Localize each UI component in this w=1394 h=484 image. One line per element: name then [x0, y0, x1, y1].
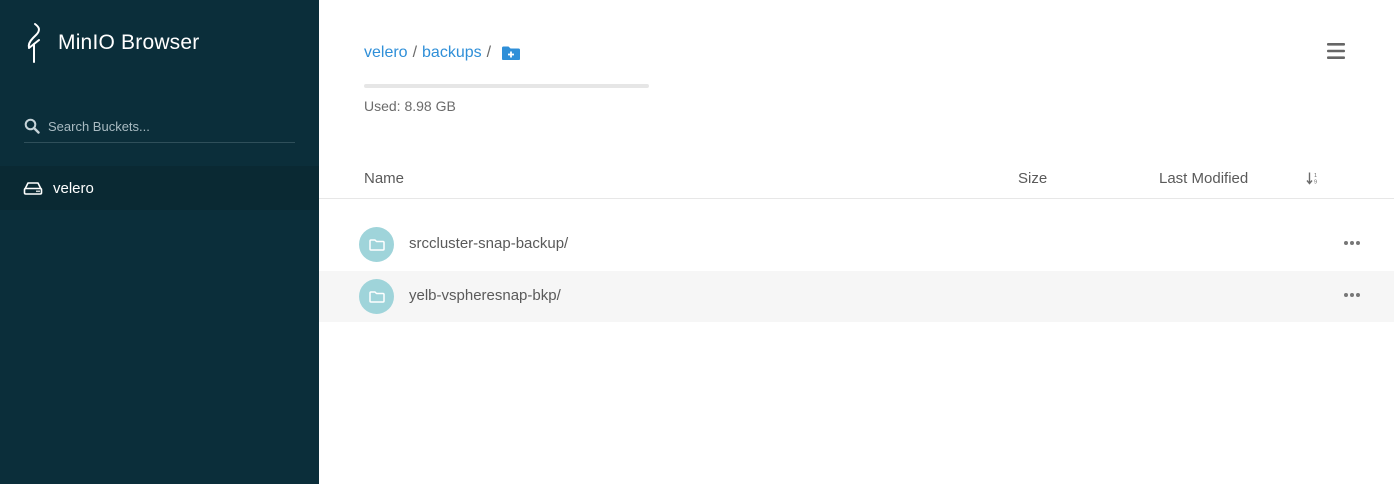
bucket-drive-icon — [23, 182, 43, 195]
more-options-icon[interactable] — [1340, 237, 1364, 249]
search-icon — [24, 118, 40, 134]
sidebar-item-label: velero — [53, 179, 94, 197]
minio-logo-icon — [27, 23, 40, 63]
row-name[interactable]: yelb-vspheresnap-bkp/ — [409, 287, 561, 304]
svg-text:1: 1 — [1314, 173, 1317, 179]
sort-icon[interactable]: 1 9 — [1306, 171, 1320, 185]
folder-icon — [368, 290, 385, 303]
folder-icon — [368, 238, 385, 251]
table-row[interactable]: srccluster-snap-backup/ — [319, 219, 1394, 270]
main-content: velero / backups / Used: 8.98 GB Name Si… — [319, 0, 1394, 484]
add-folder-icon[interactable] — [501, 45, 521, 61]
svg-text:9: 9 — [1314, 180, 1317, 186]
storage-used-label: Used: 8.98 GB — [364, 98, 456, 114]
storage-usage-bar — [364, 84, 649, 88]
column-header-name[interactable]: Name — [364, 170, 404, 187]
breadcrumb-separator: / — [412, 44, 418, 61]
breadcrumb: velero / backups / — [364, 44, 521, 62]
hamburger-menu-icon[interactable] — [1325, 42, 1347, 60]
column-header-size[interactable]: Size — [1018, 170, 1047, 187]
table-row[interactable]: yelb-vspheresnap-bkp/ — [319, 271, 1394, 322]
row-name[interactable]: srccluster-snap-backup/ — [409, 235, 568, 252]
brand: MinIO Browser — [22, 22, 199, 64]
more-options-icon[interactable] — [1340, 289, 1364, 301]
breadcrumb-separator: / — [486, 44, 492, 61]
breadcrumb-backups[interactable]: backups — [422, 44, 482, 62]
column-header-last-modified[interactable]: Last Modified — [1159, 170, 1248, 187]
table-header: Name Size Last Modified 1 9 — [319, 158, 1394, 199]
brand-name: MinIO Browser — [58, 31, 200, 54]
folder-badge — [359, 279, 394, 314]
search-buckets-input[interactable] — [48, 114, 295, 138]
folder-badge — [359, 227, 394, 262]
breadcrumb-velero[interactable]: velero — [364, 44, 408, 62]
sidebar: MinIO Browser velero — [0, 0, 319, 484]
sidebar-item-velero[interactable]: velero — [0, 166, 319, 210]
search-bar — [24, 110, 295, 143]
